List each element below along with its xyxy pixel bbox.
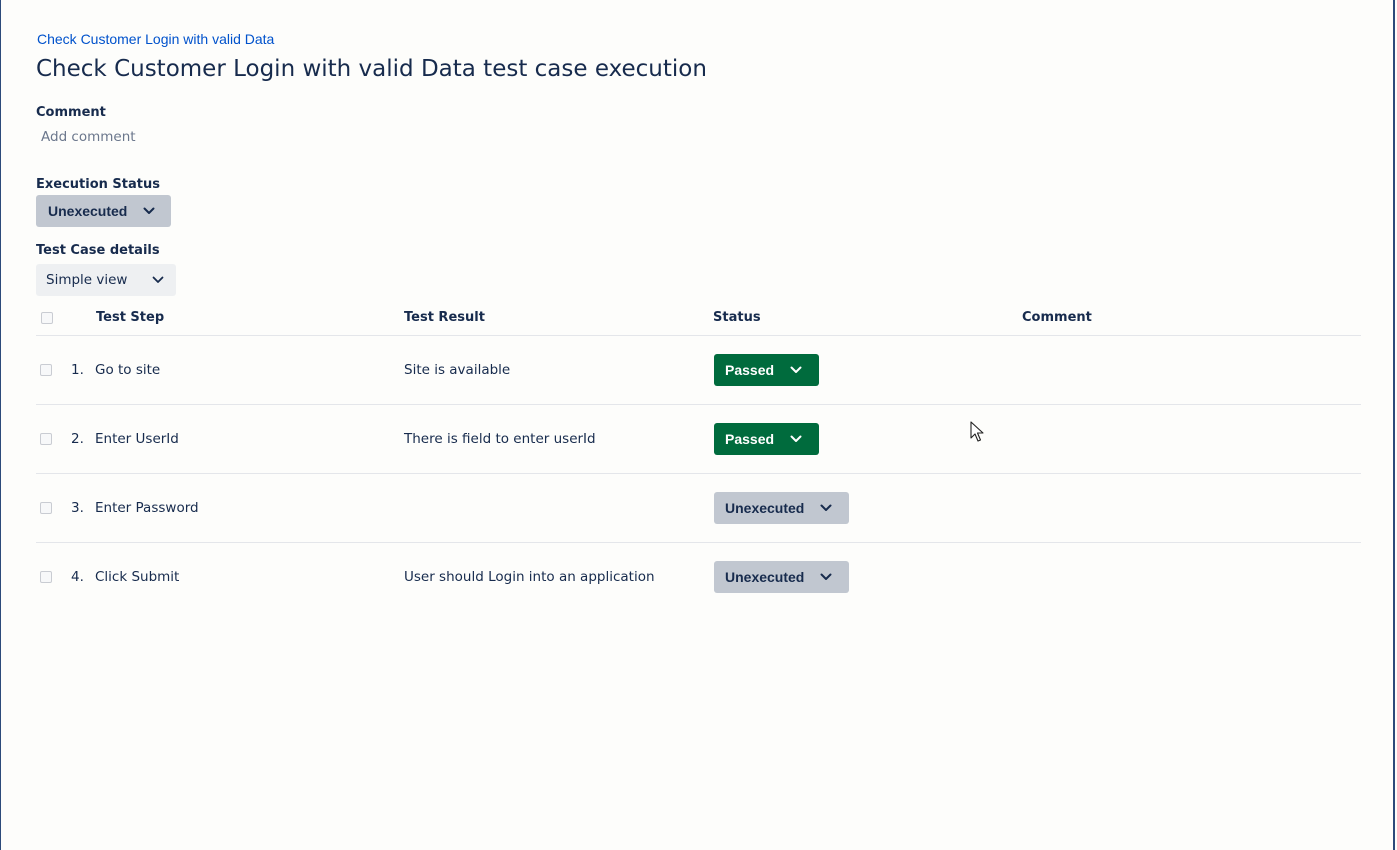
chevron-down-icon [143,207,155,215]
chevron-down-icon [820,573,832,581]
comment-label: Comment [36,105,106,120]
step-status-dropdown[interactable]: Passed [714,423,819,455]
row-checkbox[interactable] [40,571,52,583]
view-mode-value: Simple view [46,272,128,288]
add-comment-field[interactable]: Add comment [41,129,136,145]
mouse-cursor-icon [970,421,984,447]
step-status-value: Unexecuted [725,500,805,516]
test-step-text: Go to site [95,362,161,378]
app-frame: Check Customer Login with valid Data Che… [0,0,1395,850]
test-step-text: Enter UserId [95,431,179,447]
header-test-result: Test Result [404,310,485,325]
test-steps-table: Test Step Test Result Status Comment 1. … [36,300,1361,611]
chevron-down-icon [790,366,802,374]
step-status-dropdown[interactable]: Unexecuted [714,561,849,593]
test-result-text: There is field to enter userId [404,431,596,447]
step-status-value: Passed [725,362,775,378]
step-status-value: Unexecuted [725,569,805,585]
header-status: Status [713,310,761,325]
step-number: 4. [71,569,84,585]
chevron-down-icon [820,504,832,512]
row-checkbox[interactable] [40,364,52,376]
test-case-details-label: Test Case details [36,243,160,258]
table-row: 2. Enter UserId There is field to enter … [36,405,1361,474]
page-title: Check Customer Login with valid Data tes… [36,56,707,82]
row-checkbox[interactable] [40,433,52,445]
step-status-dropdown[interactable]: Unexecuted [714,492,849,524]
table-row: 1. Go to site Site is available Passed [36,336,1361,405]
select-all-checkbox[interactable] [41,312,53,324]
step-number: 2. [71,431,84,447]
test-step-text: Click Submit [95,569,180,585]
header-comment: Comment [1022,310,1092,325]
execution-status-label: Execution Status [36,177,160,192]
breadcrumb-link[interactable]: Check Customer Login with valid Data [37,31,274,47]
table-header: Test Step Test Result Status Comment [36,300,1361,336]
execution-status-dropdown[interactable]: Unexecuted [36,195,171,227]
row-checkbox[interactable] [40,502,52,514]
view-mode-select[interactable]: Simple view [36,264,176,296]
header-test-step: Test Step [96,310,165,325]
execution-status-value: Unexecuted [48,203,128,219]
table-row: 3. Enter Password Unexecuted [36,474,1361,543]
chevron-down-icon [152,276,164,284]
step-number: 1. [71,362,84,378]
test-result-text: User should Login into an application [404,569,655,585]
chevron-down-icon [790,435,802,443]
step-status-value: Passed [725,431,775,447]
table-row: 4. Click Submit User should Login into a… [36,543,1361,611]
step-number: 3. [71,500,84,516]
test-result-text: Site is available [404,362,511,378]
step-status-dropdown[interactable]: Passed [714,354,819,386]
test-step-text: Enter Password [95,500,199,516]
